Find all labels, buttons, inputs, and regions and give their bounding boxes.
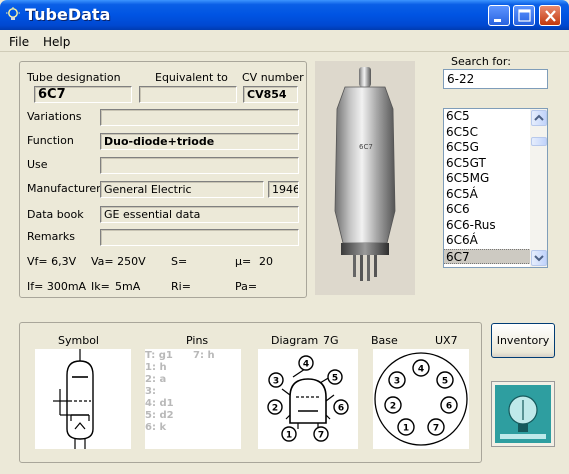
pin-row: 4: d1 <box>145 398 241 410</box>
window-title: TubeData <box>25 5 111 24</box>
equivalent-field[interactable] <box>139 86 237 103</box>
menu-bar: File Help <box>0 30 569 52</box>
databook-label: Data book <box>27 208 84 221</box>
if-value: If= 300mA <box>27 280 87 293</box>
pin-number: 3 <box>394 377 400 387</box>
base-pins: 1 2 3 4 5 6 7 <box>384 359 458 436</box>
close-icon <box>545 10 556 22</box>
diagram-code: 7G <box>323 334 339 347</box>
search-input[interactable]: 6-22 <box>443 69 548 89</box>
pin-row: T: g1 7: h <box>145 350 241 362</box>
pin-row: 6: k <box>145 422 241 434</box>
pin-number: 4 <box>418 365 424 375</box>
pin-number: 7 <box>318 431 324 441</box>
base-diagram: 1 2 3 4 5 6 7 <box>373 349 469 449</box>
lightbulb-icon <box>5 7 21 23</box>
pin-number: 2 <box>272 404 278 414</box>
pin-number: 3 <box>273 377 279 387</box>
designation-label: Tube designation <box>27 71 121 84</box>
pin-assignment: 6: k <box>145 422 167 433</box>
pin-number: 1 <box>286 431 292 441</box>
cv-number-field[interactable]: CV854 <box>243 86 298 103</box>
tube-symbol <box>35 349 131 449</box>
ri-value: Ri= <box>171 280 191 293</box>
pin-number: 5 <box>442 377 448 387</box>
close-button[interactable] <box>539 5 561 26</box>
pin-number: 7 <box>433 424 439 434</box>
use-field[interactable] <box>100 157 299 174</box>
app-logo <box>491 381 555 447</box>
diagram-label: Diagram <box>271 334 319 347</box>
pin-row: 3: <box>145 386 241 398</box>
pin-number: 4 <box>303 360 309 370</box>
mu-label: µ= <box>235 255 252 268</box>
manufacturer-label: Manufacturer <box>27 182 101 195</box>
equivalent-label: Equivalent to <box>155 71 228 84</box>
minimize-button[interactable] <box>488 5 510 26</box>
pa-value: Pa= <box>235 280 258 293</box>
year-field[interactable]: 1946 <box>268 181 299 198</box>
scroll-up-button[interactable] <box>531 110 547 126</box>
pin-row: 5: d2 <box>145 410 241 422</box>
function-label: Function <box>27 134 74 147</box>
use-label: Use <box>27 158 48 171</box>
menu-file[interactable]: File <box>9 35 29 49</box>
variations-label: Variations <box>27 110 82 123</box>
base-label: Base <box>371 334 398 347</box>
symbol-label: Symbol <box>58 334 99 347</box>
pin-number: 6 <box>446 402 452 412</box>
pin-assignment: T: g1 <box>145 350 173 361</box>
menu-help[interactable]: Help <box>43 35 70 49</box>
base-code: UX7 <box>435 334 458 347</box>
manufacturer-field[interactable]: General Electric <box>100 181 264 198</box>
remarks-field[interactable] <box>100 229 299 246</box>
list-scrollbar[interactable] <box>530 109 547 267</box>
function-field[interactable]: Duo-diode+triode <box>100 133 299 150</box>
pin-assignment: 5: d2 <box>145 410 174 421</box>
ik-value: 5mA <box>115 280 141 293</box>
ik-label: Ik= <box>91 280 110 293</box>
maximize-icon <box>518 9 531 22</box>
va-value: Va= 250V <box>91 255 146 268</box>
pin-number: 2 <box>390 402 396 412</box>
pin-assignment: 4: d1 <box>145 398 174 409</box>
pin-assignment: 3: <box>145 386 156 397</box>
chevron-up-icon <box>534 114 544 121</box>
tube-photo: 6C7 <box>315 61 415 295</box>
search-label: Search for: <box>451 55 511 68</box>
diagrams-group: Symbol Pins Diagram 7G Base UX7 T: g1 7: … <box>19 322 482 463</box>
svg-text:6C7: 6C7 <box>359 143 373 151</box>
databook-field[interactable]: GE essential data <box>100 206 299 223</box>
variations-field[interactable] <box>100 109 299 126</box>
pin-number: 1 <box>403 424 409 434</box>
pin-number: 6 <box>338 404 344 414</box>
scroll-thumb[interactable] <box>531 137 547 146</box>
cv-number-label: CV number <box>242 71 304 84</box>
title-bar[interactable]: TubeData <box>0 0 569 30</box>
pin-assignment: 1: h <box>145 362 167 373</box>
vf-value: Vf= 6,3V <box>27 255 77 268</box>
pin-row: 1: h <box>145 362 241 374</box>
tube-details-group: Tube designation Equivalent to CV number… <box>19 61 307 298</box>
minimize-icon <box>494 19 501 22</box>
pins-label: Pins <box>186 334 209 347</box>
inventory-button[interactable]: Inventory <box>491 323 555 358</box>
pins-list: T: g1 7: h 1: h 2: a 3: 4: d1 5: d2 6: k <box>145 349 241 449</box>
tube-listbox[interactable]: 6C5 6C5C 6C5G 6C5GT 6C5MG 6C5Á 6C6 6C6-Rus 6C6Á 6… <box>443 108 548 268</box>
designation-field[interactable]: 6C7 <box>34 86 132 103</box>
mu-value: 20 <box>259 255 273 268</box>
s-value: S= <box>171 255 188 268</box>
pins-rows: T: g1 7: h 1: h 2: a 3: 4: d1 5: d2 6: k <box>145 350 241 434</box>
maximize-button[interactable] <box>513 5 535 26</box>
pin-assignment: 7: h <box>193 350 215 361</box>
pin-assignment: 2: a <box>145 374 167 385</box>
pin-diagram: 1 2 3 4 5 6 7 <box>258 349 358 449</box>
scroll-down-button[interactable] <box>531 250 547 266</box>
diagram-pins: 1 2 3 4 5 6 7 <box>267 355 349 442</box>
pin-number: 5 <box>332 374 338 384</box>
remarks-label: Remarks <box>27 230 75 243</box>
chevron-down-icon <box>534 255 544 262</box>
pin-row: 2: a <box>145 374 241 386</box>
